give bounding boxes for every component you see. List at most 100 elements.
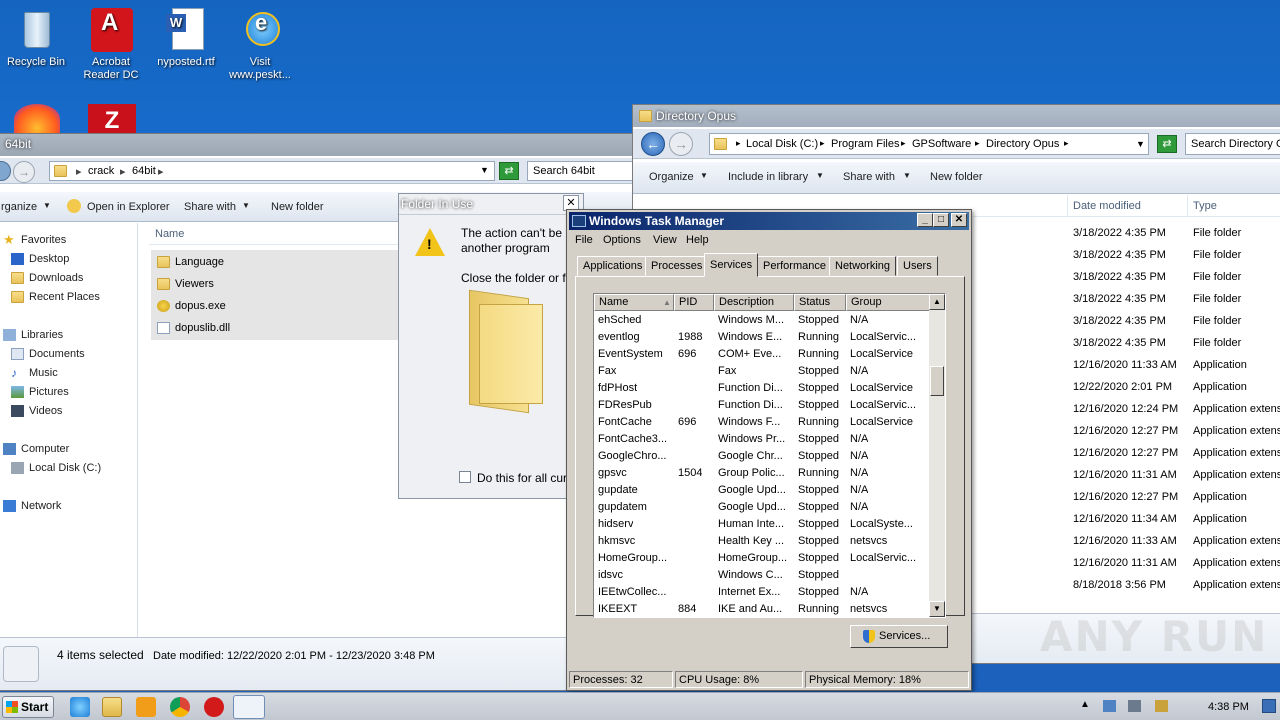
column-date-modified[interactable]: Date modified — [1073, 200, 1141, 212]
nav-downloads[interactable]: Downloads — [9, 269, 83, 287]
volume-tray-icon[interactable] — [1128, 700, 1141, 712]
include-in-library-button[interactable]: Include in library — [728, 171, 808, 183]
list-item[interactable]: 12/16/2020 12:27 PM Application — [973, 486, 1280, 508]
list-item[interactable]: 3/18/2022 4:35 PM File folder — [973, 310, 1280, 332]
service-row[interactable]: hidserv Human Inte... Stopped LocalSyste... — [594, 516, 930, 533]
refresh-button[interactable]: ⇄ — [499, 162, 519, 180]
service-row[interactable]: HomeGroup... HomeGroup... Stopped LocalServ… — [594, 550, 930, 567]
chevron-up-icon[interactable]: ▲ — [1080, 699, 1090, 710]
list-item[interactable]: 3/18/2022 4:35 PM File folder — [973, 222, 1280, 244]
service-row[interactable]: ehSched Windows M... Stopped N/A — [594, 312, 930, 329]
column-name[interactable]: Name ▲ — [594, 294, 674, 311]
breadcrumb-program-files[interactable]: Program Files — [831, 138, 899, 150]
scroll-up-button[interactable]: ▲ — [929, 294, 945, 310]
service-row[interactable]: idsvc Windows C... Stopped — [594, 567, 930, 584]
tab-applications[interactable]: Applications — [577, 256, 649, 276]
nav-music[interactable]: ♪ Music — [9, 364, 58, 382]
minimize-button[interactable]: _ — [917, 213, 933, 227]
menu-view[interactable]: View — [653, 234, 677, 246]
column-type[interactable]: Type — [1193, 200, 1217, 212]
services-scrollbar[interactable]: ▲ ▼ — [929, 294, 945, 617]
file-item-viewers[interactable]: Viewers — [153, 274, 393, 294]
new-folder-button[interactable]: New folder — [271, 201, 324, 213]
list-item[interactable]: 12/22/2020 2:01 PM Application — [973, 376, 1280, 398]
list-item[interactable]: 12/16/2020 12:27 PM Application extens — [973, 420, 1280, 442]
share-with-button[interactable]: Share with — [843, 171, 895, 183]
service-row[interactable]: GoogleChro... Google Chr... Stopped N/A — [594, 448, 930, 465]
file-item-dopus-exe[interactable]: dopus.exe — [153, 296, 393, 316]
chevron-down-icon[interactable]: ▼ — [1136, 139, 1145, 149]
nav-network[interactable]: Network — [1, 497, 61, 515]
breadcrumb-gpsoftware[interactable]: GPSoftware — [912, 138, 971, 150]
tab-users[interactable]: Users — [897, 256, 938, 276]
nav-favorites[interactable]: ★ Favorites — [1, 231, 66, 249]
tab-processes[interactable]: Processes — [645, 256, 709, 276]
network-tray-icon[interactable] — [1103, 700, 1116, 712]
show-desktop-button[interactable] — [1262, 699, 1276, 713]
service-row[interactable]: Fax Fax Stopped N/A — [594, 363, 930, 380]
chrome-icon[interactable] — [170, 697, 190, 717]
service-row[interactable]: FDResPub Function Di... Stopped LocalServic… — [594, 397, 930, 414]
list-item[interactable]: 12/16/2020 11:33 AM Application — [973, 354, 1280, 376]
nyposted-rtf-file[interactable]: W nyposted.rtf — [151, 8, 221, 69]
services-button[interactable]: Services... — [850, 625, 948, 648]
list-item[interactable]: 3/18/2022 4:35 PM File folder — [973, 244, 1280, 266]
file-item-language[interactable]: Language — [153, 252, 393, 272]
stop-icon[interactable] — [204, 697, 224, 717]
service-row[interactable]: FontCache3... Windows Pr... Stopped N/A — [594, 431, 930, 448]
service-row[interactable]: gupdatem Google Upd... Stopped N/A — [594, 499, 930, 516]
search-input[interactable]: Search 64bit — [527, 161, 633, 181]
forward-button[interactable]: → — [13, 161, 35, 183]
list-item[interactable]: 12/16/2020 12:24 PM Application extens — [973, 398, 1280, 420]
visit-website-shortcut[interactable]: e Visit www.peskt... — [225, 8, 295, 82]
open-in-explorer-button[interactable]: Open in Explorer — [87, 201, 170, 213]
media-player-icon[interactable] — [136, 697, 156, 717]
maximize-button[interactable]: □ — [933, 213, 949, 227]
column-status[interactable]: Status — [794, 294, 846, 311]
list-item[interactable]: 12/16/2020 11:34 AM Application — [973, 508, 1280, 530]
tab-networking[interactable]: Networking — [829, 256, 897, 276]
start-button[interactable]: Start — [2, 696, 54, 718]
nav-computer[interactable]: Computer — [1, 440, 69, 458]
breadcrumb[interactable]: ▸ Local Disk (C:) ▸ Program Files ▸ GPSo… — [709, 133, 1149, 155]
clock[interactable]: 4:38 PM — [1208, 701, 1249, 713]
nav-pictures[interactable]: Pictures — [9, 383, 69, 401]
column-description[interactable]: Description — [714, 294, 794, 311]
service-row[interactable]: hkmsvc Health Key ... Stopped netsvcs — [594, 533, 930, 550]
tab-services[interactable]: Services — [704, 253, 759, 277]
nav-local-disk[interactable]: Local Disk (C:) — [9, 459, 101, 477]
service-row[interactable]: FontCache 696 Windows F... Running LocalServ… — [594, 414, 930, 431]
nav-videos[interactable]: Videos — [9, 402, 62, 420]
breadcrumb-local-disk[interactable]: Local Disk (C:) — [746, 138, 818, 150]
chevron-down-icon[interactable]: ▼ — [480, 165, 489, 175]
list-item[interactable]: 12/16/2020 12:27 PM Application extens — [973, 442, 1280, 464]
list-item[interactable]: 3/18/2022 4:35 PM File folder — [973, 288, 1280, 310]
file-item-dopuslib-dll[interactable]: dopuslib.dll — [153, 318, 393, 338]
task-manager-taskbar-button[interactable] — [233, 695, 265, 719]
service-row[interactable]: gpsvc 1504 Group Polic... Running N/A — [594, 465, 930, 482]
list-item[interactable]: 12/16/2020 11:31 AM Application extens — [973, 552, 1280, 574]
service-row[interactable]: fdPHost Function Di... Stopped LocalService — [594, 380, 930, 397]
do-this-for-all-checkbox[interactable] — [459, 471, 471, 483]
firefox-icon[interactable] — [14, 104, 60, 134]
organize-button[interactable]: rganize — [1, 201, 37, 213]
new-folder-button[interactable]: New folder — [930, 171, 983, 183]
search-input[interactable]: Search Directory O — [1185, 133, 1280, 155]
list-item[interactable]: 3/18/2022 4:35 PM File folder — [973, 266, 1280, 288]
column-pid[interactable]: PID — [674, 294, 714, 311]
nav-desktop[interactable]: Desktop — [9, 250, 69, 268]
nav-recent-places[interactable]: Recent Places — [9, 288, 100, 306]
breadcrumb-crack[interactable]: crack — [88, 165, 114, 177]
refresh-button[interactable]: ⇄ — [1157, 135, 1177, 153]
list-item[interactable]: 12/16/2020 11:33 AM Application extens — [973, 530, 1280, 552]
nav-documents[interactable]: Documents — [9, 345, 85, 363]
breadcrumb-64bit[interactable]: 64bit — [132, 165, 156, 177]
back-button[interactable] — [0, 161, 11, 181]
service-row[interactable]: eventlog 1988 Windows E... Running LocalServ… — [594, 329, 930, 346]
scroll-down-button[interactable]: ▼ — [929, 601, 945, 617]
organize-button[interactable]: Organize — [649, 171, 694, 183]
column-group[interactable]: Group — [846, 294, 930, 311]
breadcrumb-directory-opus[interactable]: Directory Opus — [986, 138, 1059, 150]
list-item[interactable]: 3/18/2022 4:35 PM File folder — [973, 332, 1280, 354]
menu-help[interactable]: Help — [686, 234, 709, 246]
